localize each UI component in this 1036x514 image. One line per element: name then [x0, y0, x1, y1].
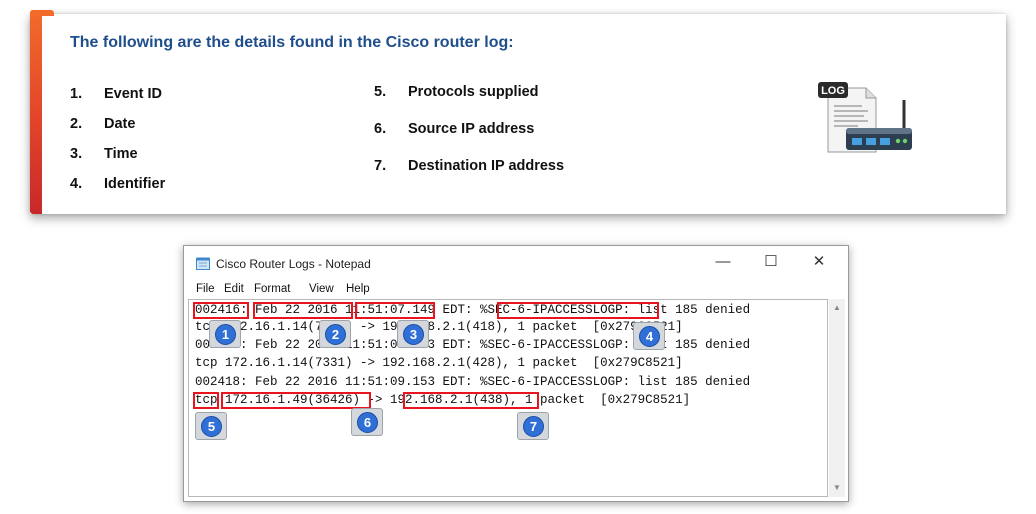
menu-edit[interactable]: Edit [224, 283, 244, 295]
close-button[interactable]: ✕ [804, 250, 834, 274]
highlight-event-id [193, 302, 249, 319]
menu-file[interactable]: File [196, 283, 215, 295]
window-title: Cisco Router Logs - Notepad [216, 257, 371, 271]
list-item: 5. Protocols supplied [374, 84, 539, 100]
card-accent-notch [30, 10, 54, 16]
log-line: tcp 172.16.1.14(7395) -> 192.168.2.1(418… [195, 320, 683, 334]
list-item: 1. Event ID [70, 86, 163, 102]
menu-view[interactable]: View [309, 283, 334, 295]
list-item: 4. Identifier [70, 176, 166, 192]
highlight-date [253, 302, 353, 319]
number-badge-4: 4 [633, 322, 665, 350]
list-item: 2. Date [70, 116, 136, 132]
svg-text:LOG: LOG [821, 85, 845, 97]
number-badge-3: 3 [397, 320, 429, 348]
menu-help[interactable]: Help [346, 283, 370, 295]
number-badge-5: 5 [195, 412, 227, 440]
highlight-destination-ip [403, 392, 539, 409]
scroll-down-arrow-icon[interactable]: ▼ [829, 481, 845, 495]
notepad-window: Cisco Router Logs - Notepad — ☐ ✕ File E… [183, 245, 849, 502]
maximize-button[interactable]: ☐ [756, 250, 786, 274]
highlight-source-ip [221, 392, 371, 409]
highlight-protocol [193, 392, 219, 409]
menu-bar: File Edit Format View Help [184, 282, 848, 300]
scroll-up-arrow-icon[interactable]: ▲ [829, 301, 845, 315]
log-router-icon: LOG [818, 82, 912, 153]
list-item: 7. Destination IP address [374, 158, 565, 174]
text-editor-area[interactable]: 002416: Feb 22 2016 11:51:07.149 EDT: %S… [188, 299, 828, 497]
number-badge-2: 2 [319, 320, 351, 348]
title-bar[interactable]: Cisco Router Logs - Notepad — ☐ ✕ [184, 246, 848, 280]
list-item: 3. Time [70, 146, 138, 162]
card-heading: The following are the details found in t… [70, 34, 514, 51]
highlight-identifier [497, 302, 659, 319]
notepad-icon [196, 257, 210, 270]
number-badge-1: 1 [209, 320, 241, 348]
number-badge-7: 7 [517, 412, 549, 440]
log-line: 002417: Feb 22 2016 11:51:08.153 EDT: %S… [195, 338, 751, 352]
menu-format[interactable]: Format [254, 283, 290, 295]
vertical-scrollbar[interactable]: ▲ ▼ [829, 299, 845, 497]
log-line: 002418: Feb 22 2016 11:51:09.153 EDT: %S… [195, 375, 751, 389]
log-line: tcp 172.16.1.14(7331) -> 192.168.2.1(428… [195, 356, 683, 370]
list-item: 6. Source IP address [374, 121, 535, 137]
number-badge-6: 6 [351, 408, 383, 436]
highlight-time [355, 302, 435, 319]
card-accent-bar [30, 10, 42, 214]
minimize-button[interactable]: — [708, 250, 738, 274]
